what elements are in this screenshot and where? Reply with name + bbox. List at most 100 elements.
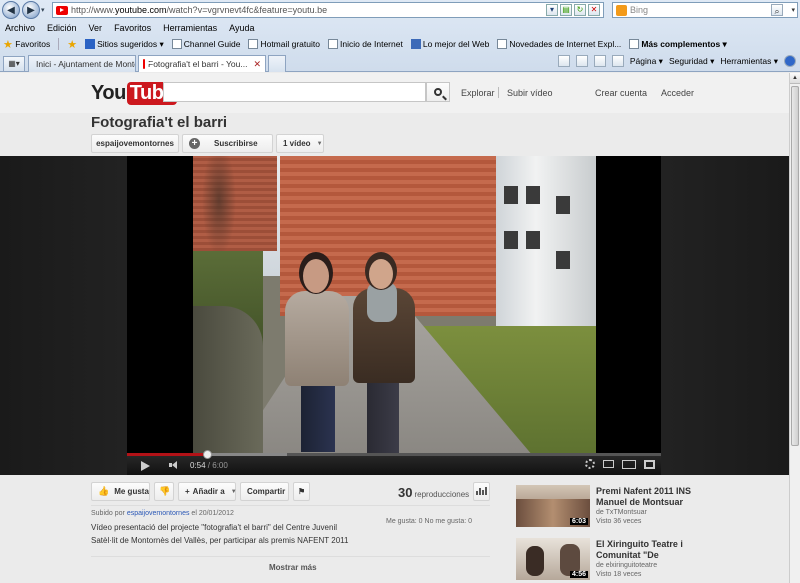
forward-button[interactable]: ▶ xyxy=(22,1,40,19)
large-player-icon[interactable] xyxy=(622,459,636,469)
menu-herramientas[interactable]: Herramientas xyxy=(163,23,217,33)
thumbs-down-icon: 👎 xyxy=(159,486,171,496)
fav-sitios-sugeridos[interactable]: Sitios sugeridos ▾ xyxy=(85,39,164,50)
address-bar[interactable]: http://www.youtube.com/watch?v=vgrvnevt4… xyxy=(52,2,604,18)
menu-favoritos[interactable]: Favoritos xyxy=(114,23,151,33)
fav-hotmail[interactable]: Hotmail gratuito xyxy=(248,39,320,49)
small-player-icon[interactable] xyxy=(603,460,614,468)
create-account-link[interactable]: Crear cuenta xyxy=(595,88,647,98)
upload-link[interactable]: Subir vídeo xyxy=(507,88,553,98)
page-scrollbar[interactable]: ▲ xyxy=(789,73,800,583)
video-frame[interactable] xyxy=(193,156,596,453)
page-title[interactable]: Fotografia't el barri xyxy=(91,114,227,131)
menu-ver[interactable]: Ver xyxy=(89,23,103,33)
login-link[interactable]: Acceder xyxy=(661,88,694,98)
ie-page-icon xyxy=(85,39,96,49)
safety-menu[interactable]: Seguridad ▾ xyxy=(669,56,714,67)
youtube-favicon-icon xyxy=(56,5,68,15)
divider xyxy=(498,87,499,98)
history-dropdown-icon[interactable]: ▾ xyxy=(41,6,49,14)
chevron-down-icon: ▼ xyxy=(230,488,237,495)
related-channel[interactable]: de TxTMontsuar xyxy=(596,509,647,516)
ie-page-icon xyxy=(248,39,259,49)
tab-youtube[interactable]: Fotografia't el barri - You... ✕ xyxy=(138,55,266,72)
fav-novedades-ie[interactable]: Novedades de Internet Expl... xyxy=(497,39,621,49)
plus-icon: + xyxy=(189,138,200,149)
close-tab-icon[interactable]: ✕ xyxy=(253,59,261,70)
related-title[interactable]: Premi Nafent 2011 INS Manuel de Montsuar xyxy=(596,486,706,508)
menu-archivo[interactable]: Archivo xyxy=(5,23,35,33)
video-count-button[interactable]: 1 vídeo ▼ xyxy=(276,134,324,153)
feeds-icon[interactable] xyxy=(575,55,588,67)
channel-bar: espaijovemontornes + Suscribirse 1 vídeo ▼ xyxy=(91,134,324,153)
fullscreen-icon[interactable] xyxy=(644,459,655,469)
fav-inicio-internet[interactable]: Inicio de Internet xyxy=(327,39,403,49)
msn-icon xyxy=(410,39,421,49)
search-button[interactable] xyxy=(426,82,450,102)
stop-icon[interactable]: ✕ xyxy=(588,4,600,16)
search-icon[interactable]: ⌕ xyxy=(771,4,783,16)
duration-badge: 6:03 xyxy=(569,518,588,525)
progress-bar[interactable] xyxy=(127,450,661,459)
show-more-button[interactable]: Mostrar más xyxy=(269,563,317,572)
scroll-up-icon[interactable]: ▲ xyxy=(790,73,800,84)
like-button[interactable]: 👍 Me gusta xyxy=(91,482,150,501)
play-icon[interactable] xyxy=(141,461,150,471)
menu-edicion[interactable]: Edición xyxy=(47,23,77,33)
related-thumbnail[interactable]: 6:03 xyxy=(516,485,590,527)
menu-bar: Archivo Edición Ver Favoritos Herramient… xyxy=(0,20,800,35)
youtube-favicon-icon xyxy=(143,59,152,69)
tools-menu[interactable]: Herramientas ▾ xyxy=(720,56,778,67)
back-button[interactable]: ◀ xyxy=(2,1,20,19)
address-dropdown-icon[interactable]: ▾ xyxy=(546,4,558,16)
favorites-bar: ★ Favoritos ★ Sitios sugeridos ▾ Channel… xyxy=(0,35,800,53)
menu-ayuda[interactable]: Ayuda xyxy=(229,23,254,33)
quick-tabs-icon[interactable]: ▦▾ xyxy=(3,56,25,72)
flag-button[interactable]: ⚑ xyxy=(293,482,310,501)
thumbs-up-icon: 👍 xyxy=(98,486,110,496)
search-input[interactable] xyxy=(163,82,426,102)
related-views: Visto 18 veces xyxy=(596,571,642,578)
home-icon[interactable] xyxy=(557,55,570,67)
explore-link[interactable]: Explorar xyxy=(461,88,495,98)
related-channel[interactable]: de elxiringuitoteatre xyxy=(596,562,657,569)
favorites-button[interactable]: ★ Favoritos xyxy=(3,38,50,51)
refresh-icon[interactable]: ↻ xyxy=(574,4,586,16)
video-player[interactable]: 0:54 / 6:00 xyxy=(127,156,661,475)
browser-chrome: ◀ ▶ ▾ http://www.youtube.com/watch?v=vgr… xyxy=(0,0,800,72)
chevron-down-icon: ▼ xyxy=(316,140,323,147)
view-count: 30 reproducciones xyxy=(398,485,470,500)
tab-ajuntament[interactable]: Inici - Ajuntament de Montor... xyxy=(28,55,136,72)
uploader-link[interactable]: espaijovemontornes xyxy=(127,510,190,517)
channel-name-button[interactable]: espaijovemontornes xyxy=(91,134,179,153)
print-icon[interactable] xyxy=(611,55,624,67)
fav-lo-mejor-web[interactable]: Lo mejor del Web xyxy=(410,39,489,49)
add-to-button[interactable]: + Añadir a ▼ xyxy=(178,482,237,501)
fav-mas-complementos[interactable]: Más complementos ▾ xyxy=(629,39,727,50)
help-icon[interactable] xyxy=(784,55,796,67)
volume-icon[interactable] xyxy=(169,461,179,469)
action-row: 👍 Me gusta 👎 + Añadir a ▼ Compartir ⚑ xyxy=(91,482,310,501)
subscribe-button[interactable]: + Suscribirse xyxy=(182,134,273,153)
fav-channel-guide[interactable]: Channel Guide xyxy=(171,39,240,49)
stats-button[interactable] xyxy=(473,482,490,501)
ie-page-icon xyxy=(629,39,640,49)
ie-page-icon xyxy=(327,39,338,49)
new-tab-button[interactable] xyxy=(268,55,286,72)
browser-search-box[interactable]: Bing ⌕ ▾ xyxy=(612,2,798,18)
related-title[interactable]: El Xiringuito Teatre i Comunitat "De xyxy=(596,539,706,561)
search-dropdown-icon[interactable]: ▾ xyxy=(791,6,795,14)
scroll-thumb[interactable] xyxy=(791,86,799,446)
mail-icon[interactable] xyxy=(593,55,606,67)
command-bar: Página ▾ Seguridad ▾ Herramientas ▾ xyxy=(557,55,796,67)
settings-gear-icon[interactable] xyxy=(585,459,595,469)
dislike-button[interactable]: 👎 xyxy=(154,482,174,501)
page-menu[interactable]: Página ▾ xyxy=(630,56,663,67)
scrub-handle[interactable] xyxy=(203,450,213,459)
flag-icon: ⚑ xyxy=(298,487,306,496)
add-favorite-icon[interactable]: ★ xyxy=(67,38,77,51)
player-controls: 0:54 / 6:00 xyxy=(127,450,661,475)
related-thumbnail[interactable]: 4:56 xyxy=(516,538,590,580)
compatibility-icon[interactable]: ▤ xyxy=(560,4,572,16)
share-button[interactable]: Compartir xyxy=(240,482,289,501)
